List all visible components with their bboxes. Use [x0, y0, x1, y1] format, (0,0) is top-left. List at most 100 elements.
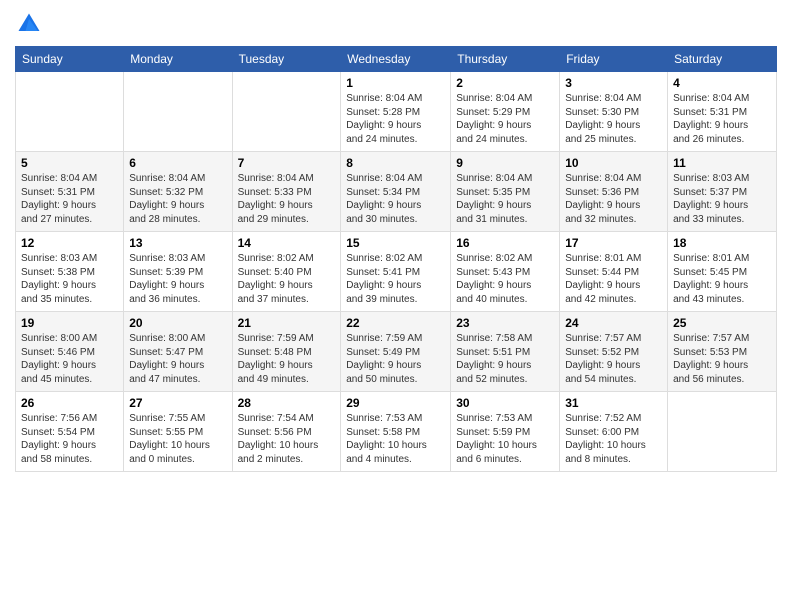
cell-content: Sunrise: 8:04 AM Sunset: 5:32 PM Dayligh… — [129, 172, 226, 226]
cell-content: Sunrise: 8:02 AM Sunset: 5:40 PM Dayligh… — [238, 252, 336, 306]
day-number: 17 — [565, 236, 662, 250]
calendar-cell: 14 Sunrise: 8:02 AM Sunset: 5:40 PM Dayli… — [232, 232, 341, 312]
calendar-cell: 27Sunrise: 7:55 AM Sunset: 5:55 PM Dayli… — [124, 392, 232, 472]
cell-content: Sunrise: 8:04 AM Sunset: 5:31 PM Dayligh… — [673, 92, 771, 146]
cell-content: Sunrise: 8:04 AM Sunset: 5:34 PM Dayligh… — [346, 172, 445, 226]
day-number: 12 — [21, 236, 118, 250]
cell-content: Sunrise: 8:00 AM Sunset: 5:47 PM Dayligh… — [129, 332, 226, 386]
day-number: 26 — [21, 396, 118, 410]
day-number: 31 — [565, 396, 662, 410]
calendar-cell: 22 Sunrise: 7:59 AM Sunset: 5:49 PM Dayli… — [341, 312, 451, 392]
calendar-cell: 5 Sunrise: 8:04 AM Sunset: 5:31 PM Daylig… — [16, 152, 124, 232]
day-number: 13 — [129, 236, 226, 250]
calendar-cell: 24 Sunrise: 7:57 AM Sunset: 5:52 PM Dayli… — [560, 312, 668, 392]
cell-content: Sunrise: 8:03 AM Sunset: 5:39 PM Dayligh… — [129, 252, 226, 306]
cell-content: Sunrise: 8:03 AM Sunset: 5:37 PM Dayligh… — [673, 172, 771, 226]
week-row-3: 12 Sunrise: 8:03 AM Sunset: 5:38 PM Dayli… — [16, 232, 777, 312]
cell-content: Sunrise: 7:59 AM Sunset: 5:48 PM Dayligh… — [238, 332, 336, 386]
calendar-cell: 25Sunrise: 7:57 AM Sunset: 5:53 PM Dayli… — [668, 312, 777, 392]
day-number: 11 — [673, 156, 771, 170]
calendar-cell: 21Sunrise: 7:59 AM Sunset: 5:48 PM Dayli… — [232, 312, 341, 392]
cell-content: Sunrise: 7:59 AM Sunset: 5:49 PM Dayligh… — [346, 332, 445, 386]
day-number: 5 — [21, 156, 118, 170]
week-row-4: 19 Sunrise: 8:00 AM Sunset: 5:46 PM Dayli… — [16, 312, 777, 392]
calendar-cell: 15 Sunrise: 8:02 AM Sunset: 5:41 PM Dayli… — [341, 232, 451, 312]
cell-content: Sunrise: 8:04 AM Sunset: 5:31 PM Dayligh… — [21, 172, 118, 226]
day-number: 6 — [129, 156, 226, 170]
calendar-header: SundayMondayTuesdayWednesdayThursdayFrid… — [16, 47, 777, 72]
cell-content: Sunrise: 8:04 AM Sunset: 5:35 PM Dayligh… — [456, 172, 554, 226]
day-number: 14 — [238, 236, 336, 250]
day-number: 1 — [346, 76, 445, 90]
day-number: 8 — [346, 156, 445, 170]
cell-content: Sunrise: 8:02 AM Sunset: 5:43 PM Dayligh… — [456, 252, 554, 306]
day-number: 10 — [565, 156, 662, 170]
calendar-cell: 6 Sunrise: 8:04 AM Sunset: 5:32 PM Daylig… — [124, 152, 232, 232]
calendar-cell: 10 Sunrise: 8:04 AM Sunset: 5:36 PM Dayli… — [560, 152, 668, 232]
weekday-thursday: Thursday — [451, 47, 560, 72]
calendar-cell: 8 Sunrise: 8:04 AM Sunset: 5:34 PM Daylig… — [341, 152, 451, 232]
day-number: 18 — [673, 236, 771, 250]
weekday-sunday: Sunday — [16, 47, 124, 72]
cell-content: Sunrise: 7:55 AM Sunset: 5:55 PM Dayligh… — [129, 412, 226, 466]
week-row-2: 5 Sunrise: 8:04 AM Sunset: 5:31 PM Daylig… — [16, 152, 777, 232]
calendar-cell: 17 Sunrise: 8:01 AM Sunset: 5:44 PM Dayli… — [560, 232, 668, 312]
calendar-cell: 9 Sunrise: 8:04 AM Sunset: 5:35 PM Daylig… — [451, 152, 560, 232]
cell-content: Sunrise: 7:57 AM Sunset: 5:52 PM Dayligh… — [565, 332, 662, 386]
weekday-saturday: Saturday — [668, 47, 777, 72]
day-number: 22 — [346, 316, 445, 330]
calendar-cell: 31 Sunrise: 7:52 AM Sunset: 6:00 PM Dayli… — [560, 392, 668, 472]
calendar-cell — [232, 72, 341, 152]
day-number: 23 — [456, 316, 554, 330]
weekday-wednesday: Wednesday — [341, 47, 451, 72]
day-number: 30 — [456, 396, 554, 410]
day-number: 24 — [565, 316, 662, 330]
calendar-cell: 19 Sunrise: 8:00 AM Sunset: 5:46 PM Dayli… — [16, 312, 124, 392]
weekday-header-row: SundayMondayTuesdayWednesdayThursdayFrid… — [16, 47, 777, 72]
weekday-friday: Friday — [560, 47, 668, 72]
day-number: 19 — [21, 316, 118, 330]
calendar-cell — [124, 72, 232, 152]
logo — [15, 10, 47, 38]
cell-content: Sunrise: 8:04 AM Sunset: 5:36 PM Dayligh… — [565, 172, 662, 226]
cell-content: Sunrise: 7:58 AM Sunset: 5:51 PM Dayligh… — [456, 332, 554, 386]
calendar-cell: 28Sunrise: 7:54 AM Sunset: 5:56 PM Dayli… — [232, 392, 341, 472]
week-row-1: 1 Sunrise: 8:04 AM Sunset: 5:28 PM Daylig… — [16, 72, 777, 152]
day-number: 9 — [456, 156, 554, 170]
cell-content: Sunrise: 8:03 AM Sunset: 5:38 PM Dayligh… — [21, 252, 118, 306]
calendar-cell — [16, 72, 124, 152]
calendar-cell: 7 Sunrise: 8:04 AM Sunset: 5:33 PM Daylig… — [232, 152, 341, 232]
cell-content: Sunrise: 8:04 AM Sunset: 5:30 PM Dayligh… — [565, 92, 662, 146]
cell-content: Sunrise: 8:04 AM Sunset: 5:29 PM Dayligh… — [456, 92, 554, 146]
calendar-cell: 23 Sunrise: 7:58 AM Sunset: 5:51 PM Dayli… — [451, 312, 560, 392]
day-number: 29 — [346, 396, 445, 410]
calendar-cell: 3Sunrise: 8:04 AM Sunset: 5:30 PM Daylig… — [560, 72, 668, 152]
weekday-tuesday: Tuesday — [232, 47, 341, 72]
calendar-cell: 11 Sunrise: 8:03 AM Sunset: 5:37 PM Dayli… — [668, 152, 777, 232]
calendar-cell: 1 Sunrise: 8:04 AM Sunset: 5:28 PM Daylig… — [341, 72, 451, 152]
calendar-cell: 18Sunrise: 8:01 AM Sunset: 5:45 PM Dayli… — [668, 232, 777, 312]
cell-content: Sunrise: 7:57 AM Sunset: 5:53 PM Dayligh… — [673, 332, 771, 386]
day-number: 15 — [346, 236, 445, 250]
cell-content: Sunrise: 8:04 AM Sunset: 5:33 PM Dayligh… — [238, 172, 336, 226]
cell-content: Sunrise: 7:53 AM Sunset: 5:58 PM Dayligh… — [346, 412, 445, 466]
cell-content: Sunrise: 7:56 AM Sunset: 5:54 PM Dayligh… — [21, 412, 118, 466]
cell-content: Sunrise: 8:00 AM Sunset: 5:46 PM Dayligh… — [21, 332, 118, 386]
cell-content: Sunrise: 8:01 AM Sunset: 5:44 PM Dayligh… — [565, 252, 662, 306]
day-number: 4 — [673, 76, 771, 90]
day-number: 7 — [238, 156, 336, 170]
cell-content: Sunrise: 8:02 AM Sunset: 5:41 PM Dayligh… — [346, 252, 445, 306]
week-row-5: 26 Sunrise: 7:56 AM Sunset: 5:54 PM Dayli… — [16, 392, 777, 472]
calendar-cell: 26 Sunrise: 7:56 AM Sunset: 5:54 PM Dayli… — [16, 392, 124, 472]
calendar-cell: 20 Sunrise: 8:00 AM Sunset: 5:47 PM Dayli… — [124, 312, 232, 392]
cell-content: Sunrise: 8:04 AM Sunset: 5:28 PM Dayligh… — [346, 92, 445, 146]
day-number: 20 — [129, 316, 226, 330]
calendar-cell: 16Sunrise: 8:02 AM Sunset: 5:43 PM Dayli… — [451, 232, 560, 312]
calendar-cell: 13 Sunrise: 8:03 AM Sunset: 5:39 PM Dayli… — [124, 232, 232, 312]
cell-content: Sunrise: 7:53 AM Sunset: 5:59 PM Dayligh… — [456, 412, 554, 466]
cell-content: Sunrise: 7:54 AM Sunset: 5:56 PM Dayligh… — [238, 412, 336, 466]
calendar-cell: 4 Sunrise: 8:04 AM Sunset: 5:31 PM Daylig… — [668, 72, 777, 152]
weekday-monday: Monday — [124, 47, 232, 72]
page: SundayMondayTuesdayWednesdayThursdayFrid… — [0, 0, 792, 612]
cell-content: Sunrise: 7:52 AM Sunset: 6:00 PM Dayligh… — [565, 412, 662, 466]
